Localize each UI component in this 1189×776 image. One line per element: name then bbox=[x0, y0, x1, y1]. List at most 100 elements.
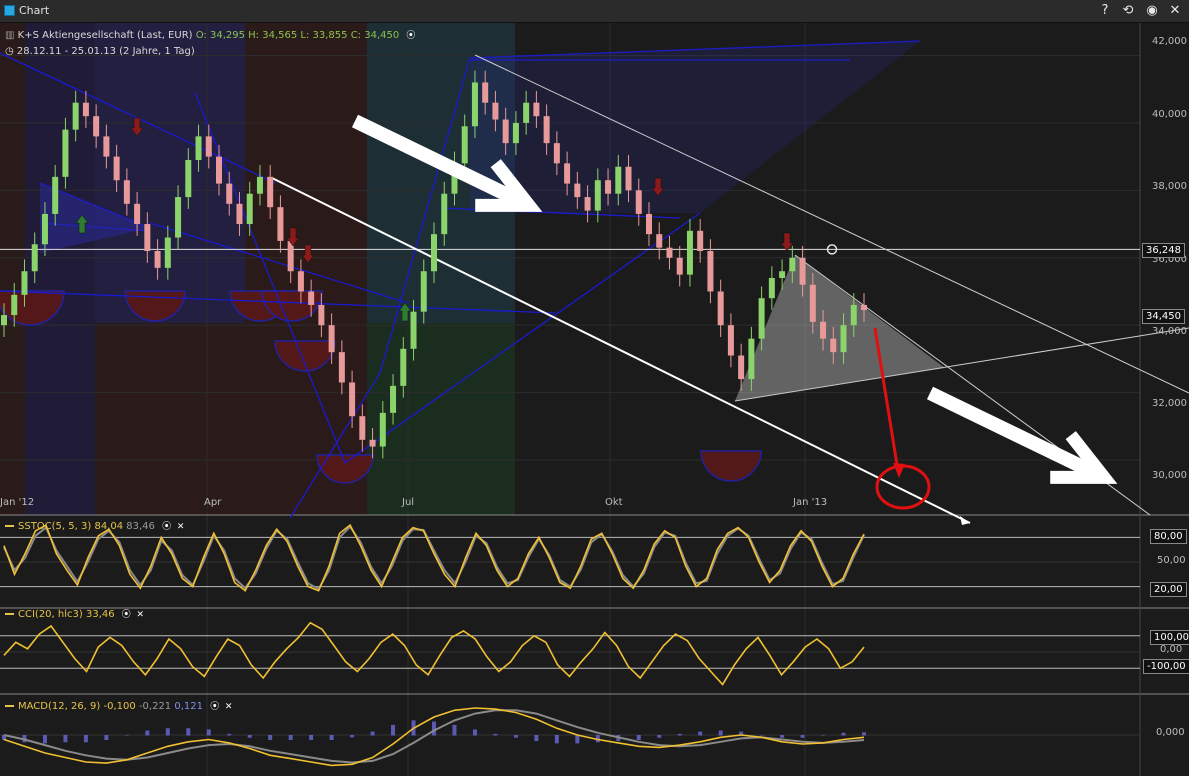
x-tick-label: Jan '13 bbox=[793, 497, 828, 508]
cci-close-icon[interactable]: ✕ bbox=[135, 610, 146, 621]
candle-body bbox=[779, 271, 786, 278]
candle-body bbox=[359, 416, 366, 440]
bar-chart-icon: ▥ bbox=[5, 30, 15, 41]
candle-body bbox=[605, 180, 612, 194]
sstoc-settings-icon[interactable]: ⦿ bbox=[161, 522, 172, 533]
candle-body bbox=[584, 197, 591, 211]
candle-body bbox=[93, 116, 100, 137]
cci-settings-icon[interactable]: ⦿ bbox=[121, 610, 132, 621]
sstoc-level-label: 50,00 bbox=[1157, 555, 1186, 566]
candle-body bbox=[656, 234, 663, 248]
macd-histogram-bar bbox=[227, 733, 232, 736]
candle-body bbox=[369, 439, 376, 447]
candle-body bbox=[799, 257, 806, 285]
cycle-marker bbox=[700, 450, 762, 482]
candle-body bbox=[676, 257, 683, 275]
triangle-pattern bbox=[735, 255, 945, 401]
candle-body bbox=[615, 166, 622, 194]
macd-swatch bbox=[5, 705, 14, 707]
candle-body bbox=[686, 230, 693, 275]
signal-arrow bbox=[780, 232, 794, 252]
x-tick-label: Okt bbox=[605, 497, 623, 508]
macd-histogram-bar bbox=[513, 735, 518, 738]
macd-histogram-bar bbox=[862, 732, 866, 736]
y-tick-label: 34,000 bbox=[1152, 326, 1187, 337]
record-button[interactable]: ◉ bbox=[1143, 2, 1161, 20]
macd-histogram-bar bbox=[657, 735, 662, 738]
macd-histogram-bar bbox=[800, 735, 805, 738]
candle-body bbox=[205, 136, 212, 157]
macd-histogram-bar bbox=[780, 735, 785, 738]
macd-settings-icon[interactable]: ⦿ bbox=[209, 702, 220, 713]
candle-body bbox=[134, 203, 141, 225]
candle-body bbox=[543, 116, 550, 144]
macd-histogram-bar bbox=[698, 731, 703, 736]
candle-body bbox=[195, 136, 202, 160]
x-tick-label: Jan '12 bbox=[0, 497, 35, 508]
macd-histogram-bar bbox=[452, 724, 457, 736]
candle-body bbox=[553, 143, 560, 164]
candle-body bbox=[410, 311, 417, 349]
macd-close-icon[interactable]: ✕ bbox=[223, 702, 234, 713]
macd-histogram-bar bbox=[472, 729, 477, 736]
sstoc-signal-value: 83,46 bbox=[126, 521, 155, 532]
candle-body bbox=[390, 385, 397, 413]
candle-body bbox=[123, 180, 130, 204]
close-button[interactable]: ✕ bbox=[1166, 2, 1184, 20]
sstoc-value: 84,04 bbox=[94, 521, 124, 532]
macd-histogram-bar bbox=[432, 721, 436, 736]
candle-body bbox=[727, 325, 734, 356]
candle-body bbox=[861, 304, 867, 311]
sstoc-close-icon[interactable]: ✕ bbox=[175, 522, 186, 533]
candle-body bbox=[277, 207, 284, 241]
candle-body bbox=[646, 213, 652, 235]
candle-body bbox=[738, 355, 745, 380]
macd-histogram-bar bbox=[288, 735, 293, 740]
help-button[interactable]: ? bbox=[1096, 2, 1114, 20]
high-value: H: 34,565 bbox=[248, 30, 298, 41]
macd-hist-value: 0,121 bbox=[174, 701, 204, 712]
candle-body bbox=[512, 122, 519, 144]
app-icon bbox=[4, 5, 15, 16]
macd-histogram-bar bbox=[759, 735, 764, 736]
candle-body bbox=[154, 251, 161, 268]
macd-signal-value: -0,221 bbox=[138, 701, 172, 712]
candle-body bbox=[840, 325, 847, 353]
y-tick-label: 40,000 bbox=[1152, 109, 1187, 120]
candle-body bbox=[21, 271, 28, 295]
chart-canvas[interactable] bbox=[0, 23, 1189, 776]
candle-body bbox=[400, 348, 407, 386]
settings-dot-icon[interactable]: ⦿ bbox=[405, 31, 416, 42]
candle-body bbox=[267, 176, 274, 208]
candle-body bbox=[420, 271, 427, 312]
candle-body bbox=[564, 163, 571, 184]
macd-histogram-bar bbox=[124, 735, 129, 736]
macd-histogram-bar bbox=[42, 735, 47, 744]
last-price-label: 34,450 bbox=[1142, 309, 1185, 324]
candle-body bbox=[574, 183, 581, 198]
price-legend: ▥ K+S Aktiengesellschaft (Last, EUR) O: … bbox=[5, 30, 416, 42]
window-title: Chart bbox=[19, 4, 50, 17]
sstoc-legend: SSTOC(5, 5, 3) 84,04 83,46 ⦿ ✕ bbox=[5, 521, 186, 533]
macd-histogram-bar bbox=[329, 735, 334, 740]
window-titlebar: Chart ? ⟲ ◉ ✕ bbox=[0, 0, 1189, 23]
macd-histogram-bar bbox=[104, 735, 109, 740]
candle-body bbox=[758, 298, 765, 339]
candle-body bbox=[697, 230, 704, 252]
x-tick-label: Jul bbox=[402, 497, 415, 508]
candle-body bbox=[789, 257, 796, 272]
candle-body bbox=[635, 190, 642, 214]
candle-body bbox=[820, 321, 827, 339]
chart-area[interactable]: ▥ K+S Aktiengesellschaft (Last, EUR) O: … bbox=[0, 23, 1189, 776]
instrument-name: K+S Aktiengesellschaft (Last, EUR) bbox=[17, 30, 193, 41]
candle-body bbox=[52, 176, 59, 214]
reset-view-button[interactable]: ⟲ bbox=[1119, 2, 1137, 20]
candle-body bbox=[185, 159, 192, 198]
macd-line bbox=[3, 707, 865, 767]
y-tick-label: 32,000 bbox=[1152, 398, 1187, 409]
candle-body bbox=[594, 180, 601, 211]
y-tick-label: 38,000 bbox=[1152, 181, 1187, 192]
candle-body bbox=[308, 291, 315, 305]
candle-body bbox=[41, 213, 48, 245]
candle-body bbox=[441, 193, 448, 235]
